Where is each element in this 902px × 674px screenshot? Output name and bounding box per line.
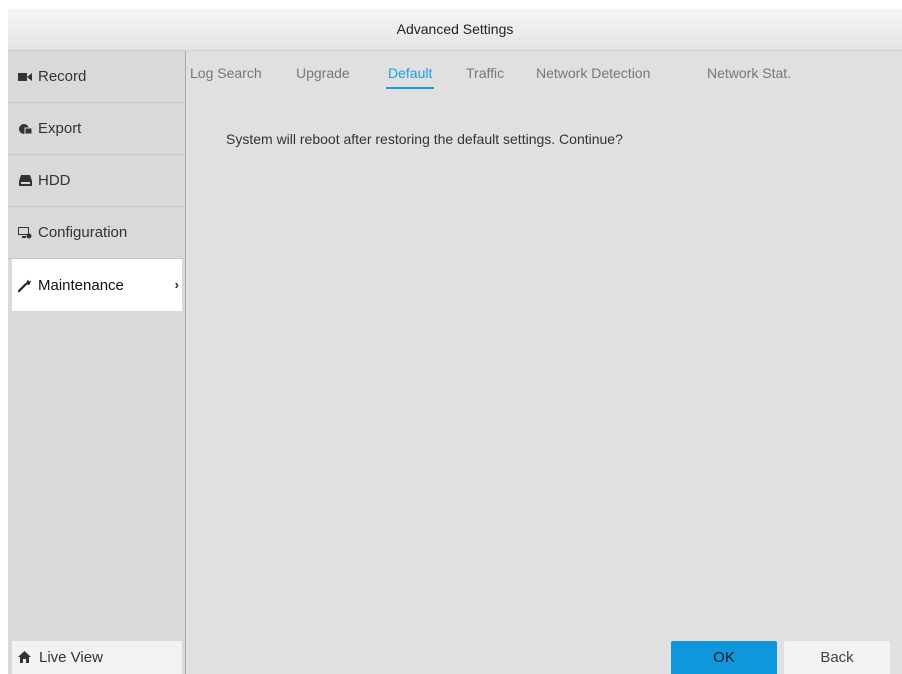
- sidebar-item-label: Configuration: [38, 224, 128, 241]
- sidebar-item-maintenance[interactable]: Maintenance ›: [12, 259, 182, 311]
- sidebar-item-record[interactable]: Record: [8, 51, 185, 103]
- tab-network-stat[interactable]: Network Stat.: [707, 65, 791, 81]
- tab-traffic[interactable]: Traffic: [466, 65, 504, 81]
- advanced-settings-window: Advanced Settings Record Export HDD Conf…: [8, 9, 902, 674]
- tab-log-search[interactable]: Log Search: [190, 65, 262, 81]
- tab-default[interactable]: Default: [385, 65, 435, 89]
- tab-network-detection[interactable]: Network Detection: [536, 65, 650, 81]
- back-button[interactable]: Back: [784, 641, 890, 674]
- chevron-right-icon: ›: [174, 277, 179, 292]
- ok-button[interactable]: OK: [671, 641, 777, 674]
- sidebar-item-export[interactable]: Export: [8, 103, 185, 155]
- configuration-icon: [18, 226, 32, 240]
- live-view-label: Live View: [39, 649, 103, 666]
- video-camera-icon: [18, 70, 32, 84]
- sidebar-item-label: HDD: [38, 172, 71, 189]
- title-bar: Advanced Settings: [8, 9, 902, 51]
- sidebar-item-label: Export: [38, 120, 82, 137]
- sidebar: Record Export HDD Configuration Maintena…: [8, 51, 185, 674]
- sidebar-item-hdd[interactable]: HDD: [8, 155, 185, 207]
- live-view-button[interactable]: Live View: [12, 641, 182, 674]
- sidebar-item-label: Record: [38, 68, 87, 85]
- tab-upgrade[interactable]: Upgrade: [296, 65, 350, 81]
- sidebar-item-label: Maintenance: [38, 276, 124, 294]
- reboot-warning-message: System will reboot after restoring the d…: [226, 131, 623, 147]
- hdd-icon: [18, 174, 32, 188]
- home-icon: [18, 651, 31, 664]
- export-icon: [18, 122, 32, 136]
- sidebar-divider: [185, 51, 186, 674]
- window-title: Advanced Settings: [396, 21, 514, 37]
- sidebar-item-configuration[interactable]: Configuration: [8, 207, 185, 259]
- wrench-icon: [18, 278, 32, 293]
